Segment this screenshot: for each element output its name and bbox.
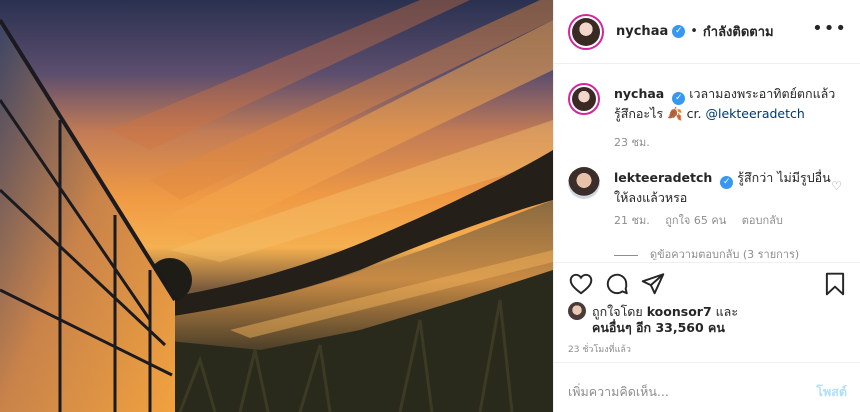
comment-likes-count[interactable]: ถูกใจ 65 คน <box>665 214 726 227</box>
caption-body-line2: รู้สึกอะไร <box>614 106 664 121</box>
heart-icon[interactable] <box>568 271 594 297</box>
view-replies-button[interactable]: ดูข้อความตอบกลับ (3 รายการ) <box>614 245 799 260</box>
commenter-verified-icon: ✓ <box>720 176 734 189</box>
liker-avatar[interactable] <box>568 302 586 320</box>
sunset-photo-art <box>0 0 553 412</box>
caption-body: เวลามองพระอาทิตย์ตกแล้ว <box>689 86 836 101</box>
caption-time[interactable]: 23 ชม. <box>614 136 650 149</box>
bookmark-icon[interactable] <box>822 271 848 297</box>
post-header: nychaa ✓ • กำลังติดตาม ••• <box>554 0 860 64</box>
replies-divider <box>614 254 638 256</box>
comments-list[interactable]: nychaa ✓ เวลามองพระอาทิตย์ตกแล้ว รู้สึกอ… <box>554 65 860 260</box>
leaf-emoji-icon: 🍂 <box>667 106 683 121</box>
comment-body: รู้สึกว่า ไม่มีรูปอื่น <box>737 170 831 185</box>
author-username[interactable]: nychaa <box>616 24 668 39</box>
others-liked-count[interactable]: คนอื่นๆ อีก 33,560 คน <box>592 320 725 335</box>
liked-by-suffix: และ <box>711 304 739 319</box>
comment-time[interactable]: 21 ชม. <box>614 214 650 227</box>
post-sidebar: nychaa ✓ • กำลังติดตาม ••• nychaa ✓ เวลา… <box>553 0 860 412</box>
liked-by-prefix: ถูกใจโดย <box>592 304 647 319</box>
comment-body-line2: ให้ลงแล้วหรอ <box>614 190 688 205</box>
share-icon[interactable] <box>640 271 666 297</box>
author-avatar[interactable] <box>568 13 604 50</box>
verified-badge-icon: ✓ <box>672 25 686 38</box>
caption-verified-icon: ✓ <box>672 92 686 105</box>
post-comment-button[interactable]: โพสต์ <box>816 382 847 402</box>
view-replies-label: ดูข้อความตอบกลับ (3 รายการ) <box>650 248 800 260</box>
caption-mention-link[interactable]: @lekteeradetch <box>706 106 805 121</box>
comment-reply-button[interactable]: ตอบกลับ <box>742 214 783 227</box>
likes-line-2[interactable]: คนอื่นๆ อีก 33,560 คน <box>592 318 725 338</box>
caption-text: nychaa ✓ เวลามองพระอาทิตย์ตกแล้ว รู้สึกอ… <box>614 85 840 122</box>
liker-username[interactable]: koonsor7 <box>647 304 712 319</box>
comment-text: lekteeradetch ✓ รู้สึกว่า ไม่มีรูปอื่น ใ… <box>614 169 840 206</box>
caption-avatar[interactable] <box>568 83 600 115</box>
comment-meta: 21 ชม. ถูกใจ 65 คน ตอบกลับ <box>614 211 795 229</box>
commenter-avatar[interactable] <box>568 167 600 199</box>
comment-like-heart-icon[interactable]: ♡ <box>831 179 842 193</box>
post-view: nychaa ✓ • กำลังติดตาม ••• nychaa ✓ เวลา… <box>0 0 860 412</box>
caption-credit: cr. <box>682 106 706 121</box>
add-comment-bar: เพิ่มความคิดเห็น... โพสต์ <box>554 362 860 412</box>
following-button[interactable]: กำลังติดตาม <box>703 21 774 42</box>
comment-icon[interactable] <box>604 271 630 297</box>
add-comment-input[interactable]: เพิ่มความคิดเห็น... <box>568 382 669 402</box>
post-photo[interactable] <box>0 0 553 412</box>
post-actions <box>554 262 860 302</box>
more-options-icon[interactable]: ••• <box>812 20 847 38</box>
commenter-username[interactable]: lekteeradetch <box>614 170 712 185</box>
caption-meta: 23 ชม. <box>614 133 662 151</box>
caption-username[interactable]: nychaa <box>614 86 664 101</box>
post-timestamp[interactable]: 23 ชั่วโมงที่แล้ว <box>568 342 631 356</box>
header-separator: • <box>690 24 698 39</box>
